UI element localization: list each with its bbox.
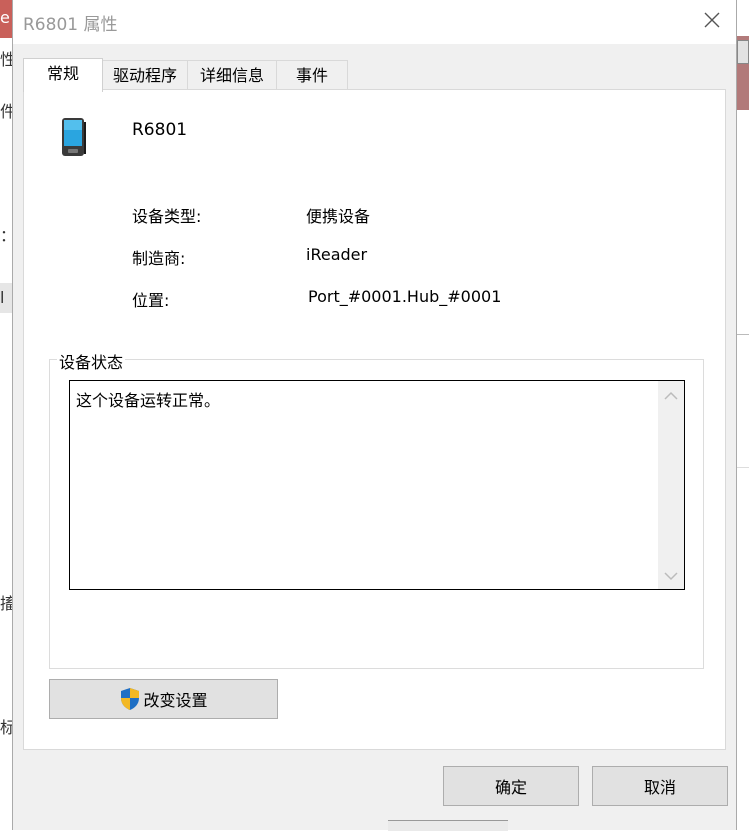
cancel-button[interactable]: 取消 [592, 766, 728, 806]
chevron-up-icon [664, 391, 678, 400]
close-icon [704, 12, 720, 28]
window-title: R6801 属性 [23, 15, 118, 35]
tab-driver[interactable]: 驱动程序 [102, 60, 188, 90]
tab-events[interactable]: 事件 [276, 60, 348, 90]
background-window-right-edge [737, 0, 749, 830]
background-glyph: ： [0, 222, 12, 246]
device-status-text: 这个设备运转正常。 [76, 391, 221, 410]
title-bar[interactable]: R6801 属性 [13, 0, 736, 44]
background-divider [737, 467, 749, 468]
background-glyph: 搐 [0, 594, 12, 613]
manufacturer-value: iReader [306, 245, 368, 264]
status-scrollbar[interactable] [658, 381, 684, 589]
scroll-down-button[interactable] [658, 565, 684, 587]
device-name: R6801 [132, 120, 188, 140]
location-value: Port_#0001.Hub_#0001 [308, 287, 502, 306]
background-glyph: 件 [0, 102, 12, 121]
background-glyph: 性 [0, 50, 12, 69]
change-settings-button[interactable]: 改变设置 [49, 679, 278, 719]
chevron-down-icon [664, 572, 678, 581]
uac-shield-icon [119, 687, 141, 711]
scroll-up-button[interactable] [658, 385, 684, 407]
device-type-value: 便携设备 [306, 207, 371, 226]
location-label: 位置: [132, 291, 170, 310]
background-control [737, 40, 749, 64]
close-button[interactable] [700, 8, 724, 32]
background-window-edge [388, 820, 508, 831]
device-status-textbox[interactable]: 这个设备运转正常。 [69, 380, 685, 590]
general-tab-panel: R6801 设备类型: 便携设备 制造商: iReader 位置: Port_#… [23, 89, 726, 750]
portable-device-icon [62, 118, 86, 156]
background-glyph: 标 [0, 718, 12, 737]
background-letter: e [0, 8, 10, 27]
ok-button[interactable]: 确定 [443, 766, 579, 806]
device-status-label: 设备状态 [57, 349, 126, 373]
device-icon-container [60, 116, 88, 164]
tab-details[interactable]: 详细信息 [187, 60, 277, 90]
manufacturer-label: 制造商: [132, 249, 186, 268]
background-title-strip: e [0, 0, 12, 38]
device-type-label: 设备类型: [132, 207, 202, 226]
properties-dialog: R6801 属性 常规 驱动程序 详细信息 事件 R6801 设备类型: 便携设… [12, 0, 737, 831]
background-divider [737, 334, 749, 335]
background-window-left-edge: e 性 件 ： l 搐 标 [0, 0, 12, 830]
change-settings-label: 改变设置 [143, 691, 208, 710]
tab-general[interactable]: 常规 [23, 58, 103, 92]
background-glyph: l [0, 288, 5, 307]
